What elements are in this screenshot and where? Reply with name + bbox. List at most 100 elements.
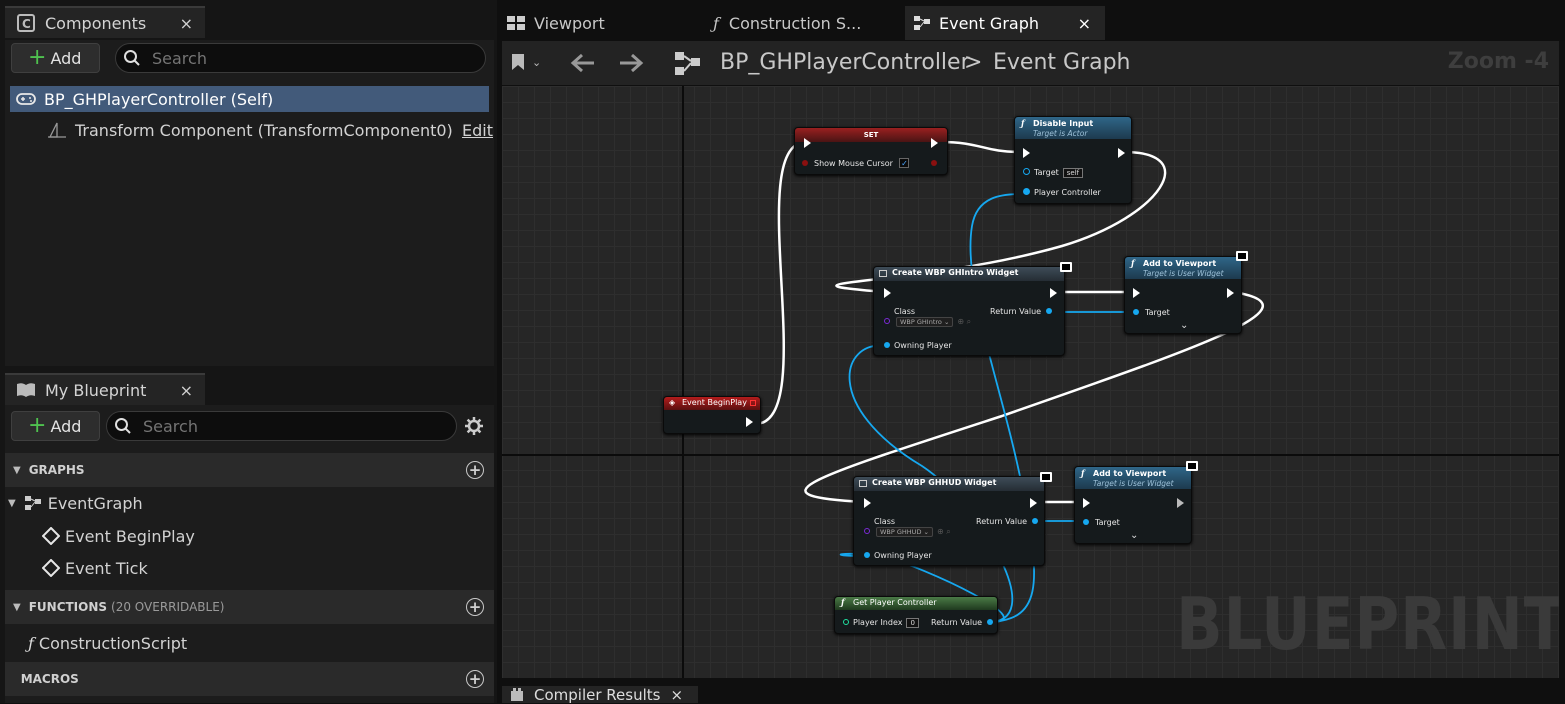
back-arrow-icon[interactable] — [570, 53, 596, 77]
target-pin[interactable]: Target self — [1023, 168, 1084, 178]
set-node[interactable]: SET Show Mouse Cursor ✓ — [794, 127, 948, 175]
delegate-pin-icon[interactable] — [750, 400, 756, 406]
class-pin[interactable]: WBP GHIntro ⌄ ⊕ ⌕ — [884, 317, 971, 327]
my-blueprint-search[interactable] — [106, 411, 457, 441]
exec-in-pin[interactable] — [884, 288, 891, 298]
event-beginplay-node[interactable]: ◈ Event BeginPlay — [663, 396, 761, 434]
chevron-down-icon[interactable]: ⌄ — [1180, 320, 1188, 331]
add-component-button[interactable]: + Add — [11, 43, 100, 73]
event-item[interactable]: Event Tick — [42, 555, 148, 581]
return-value-pin[interactable]: Return Value — [976, 517, 1039, 526]
player-index-value[interactable]: 0 — [906, 618, 919, 628]
add-function-icon[interactable]: + — [466, 598, 484, 616]
functions-section-header[interactable]: ▼ FUNCTIONS (20 OVERRIDABLE) + — [5, 590, 494, 624]
class-dropdown[interactable]: WBP GHIntro ⌄ — [896, 317, 954, 327]
browse-icons[interactable]: ⊕ ⌕ — [957, 317, 971, 326]
target-pin[interactable]: Target — [1133, 308, 1170, 317]
transform-component-row[interactable]: Transform Component (TransformComponent0… — [47, 117, 493, 143]
breadcrumb-separator: > — [964, 50, 983, 75]
chevron-down-icon: ⌄ — [532, 55, 542, 69]
gear-icon[interactable] — [464, 416, 484, 440]
player-controller-pin[interactable]: Player Controller — [1023, 188, 1101, 197]
class-dropdown[interactable]: WBP GHHUD ⌄ — [876, 527, 933, 537]
add-member-button[interactable]: + Add — [11, 411, 100, 441]
tab-event-graph[interactable]: Event Graph × — [905, 6, 1105, 40]
exec-out-pin[interactable] — [1118, 148, 1125, 158]
player-index-pin[interactable]: Player Index 0 — [843, 618, 919, 628]
gamepad-icon — [16, 92, 36, 106]
owning-player-pin[interactable]: Owning Player — [864, 551, 932, 560]
my-blueprint-tab[interactable]: My Blueprint × — [5, 373, 205, 405]
close-icon[interactable]: × — [180, 14, 193, 33]
create-intro-widget-node[interactable]: Create WBP GHIntro Widget Class WBP GHIn… — [873, 262, 1072, 356]
my-blueprint-search-input[interactable] — [143, 416, 443, 436]
create-intro-title: Create WBP GHIntro Widget — [892, 268, 1019, 277]
add-graph-icon[interactable]: + — [466, 461, 484, 479]
browse-icons[interactable]: ⊕ ⌕ — [937, 527, 951, 536]
object-pin-icon — [884, 342, 890, 348]
component-root-row[interactable]: BP_GHPlayerController (Self) — [10, 86, 489, 112]
target-pin[interactable]: Target — [1083, 518, 1120, 527]
add-viewport-header: ƒ Add to Viewport Target is User Widget — [1075, 467, 1191, 489]
components-tab[interactable]: C Components × — [5, 6, 205, 38]
object-pin-icon — [1083, 519, 1089, 525]
bookmark-dropdown[interactable]: ⌄ — [510, 53, 541, 71]
event-item[interactable]: Event BeginPlay — [42, 523, 195, 549]
exec-out-pin[interactable] — [1227, 288, 1234, 298]
compiler-results-tab[interactable]: Compiler Results × — [502, 686, 698, 704]
transform-icon — [47, 121, 67, 139]
get-player-controller-title: Get Player Controller — [853, 598, 937, 607]
edit-link[interactable]: Edit — [462, 121, 493, 140]
tab-viewport[interactable]: Viewport — [502, 6, 702, 40]
add-to-viewport-node[interactable]: ƒ Add to Viewport Target is User Widget … — [1074, 461, 1198, 544]
components-tab-label: Components — [45, 13, 147, 33]
chevron-down-icon[interactable]: ⌄ — [1130, 530, 1138, 541]
tab-construction-label: Construction S... — [728, 13, 862, 33]
breadcrumb-root[interactable]: BP_GHPlayerController — [720, 50, 970, 75]
exec-in-pin[interactable] — [1023, 148, 1030, 158]
event-graph-icon — [913, 15, 931, 31]
disable-input-node[interactable]: ƒ Disable Input Target is Actor Target se… — [1014, 116, 1132, 204]
owning-player-pin[interactable]: Owning Player — [884, 341, 952, 350]
target-value[interactable]: self — [1062, 168, 1084, 178]
int-pin-icon — [843, 619, 849, 625]
exec-in-pin[interactable] — [1133, 288, 1140, 298]
eventgraph-item[interactable]: ▼ EventGraph — [8, 490, 143, 516]
return-value-pin[interactable]: Return Value — [990, 307, 1053, 316]
components-search-input[interactable] — [152, 48, 452, 68]
macros-section-header[interactable]: ▼ MACROS + — [5, 662, 494, 696]
exec-out-pin[interactable] — [1050, 288, 1057, 298]
components-search[interactable] — [115, 43, 486, 73]
add-macro-icon[interactable]: + — [466, 670, 484, 688]
target-label: Target — [1034, 168, 1059, 177]
create-hud-widget-node[interactable]: Create WBP GHHUD Widget Class WBP GHHUD … — [853, 472, 1052, 566]
exec-out-pin[interactable] — [1030, 498, 1037, 508]
graphs-section-header[interactable]: ▼ GRAPHS + — [5, 453, 494, 487]
add-to-viewport-node[interactable]: ƒ Add to Viewport Target is User Widget … — [1124, 251, 1248, 334]
get-player-controller-node[interactable]: ƒ Get Player Controller Player Index 0 Re… — [834, 596, 998, 634]
exec-in-pin[interactable] — [864, 498, 871, 508]
close-icon[interactable]: × — [670, 686, 683, 704]
widget-icon — [859, 480, 867, 487]
class-pin[interactable]: WBP GHHUD ⌄ ⊕ ⌕ — [864, 527, 951, 537]
event-graph-canvas[interactable]: BLUEPRINT SET Show Mouse Cursor ✓ ƒ Disa… — [502, 86, 1559, 678]
forward-arrow-icon[interactable] — [618, 53, 644, 77]
checkbox[interactable]: ✓ — [899, 158, 910, 168]
exec-out-pin[interactable] — [931, 138, 938, 148]
show-mouse-cursor-pin[interactable]: Show Mouse Cursor ✓ — [802, 158, 910, 168]
svg-text:C: C — [22, 17, 31, 31]
tab-construction-script[interactable]: ƒ Construction S... — [705, 6, 903, 40]
exec-out-pin[interactable] — [746, 417, 753, 427]
return-value-pin[interactable]: Return Value — [931, 618, 994, 627]
exec-out-pin-empty[interactable] — [1177, 498, 1184, 508]
bool-out-pin[interactable] — [931, 160, 937, 166]
close-icon[interactable]: × — [1078, 14, 1091, 33]
close-icon[interactable]: × — [180, 381, 193, 400]
graph-scrollbar[interactable] — [1559, 41, 1565, 678]
component-root-label: BP_GHPlayerController (Self) — [44, 89, 274, 109]
function-item[interactable]: ƒ ConstructionScript — [28, 630, 187, 656]
function-icon: ƒ — [1131, 258, 1135, 268]
exec-in-pin[interactable] — [1083, 498, 1090, 508]
exec-in-pin[interactable] — [804, 138, 811, 148]
search-icon — [122, 48, 142, 68]
